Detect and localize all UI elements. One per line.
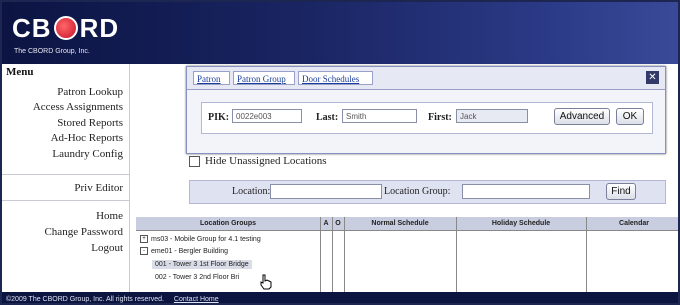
hide-unassigned-label: Hide Unassigned Locations bbox=[205, 155, 327, 167]
grid-divider bbox=[586, 217, 587, 292]
hide-unassigned-checkbox[interactable] bbox=[189, 155, 200, 167]
patron-search-popup: Patron Patron Group Door Schedules ✕ PIK… bbox=[186, 66, 666, 154]
footer-link[interactable]: Contact Home bbox=[174, 296, 219, 303]
footer: ©2009 The CBORD Group, Inc. All rights r… bbox=[2, 292, 678, 303]
logo-text-right: RD bbox=[79, 13, 120, 43]
cbord-logo: CB RD bbox=[12, 10, 119, 46]
list-item[interactable]: 001 - Tower 3 1st Floor Bridge bbox=[152, 260, 252, 269]
sidebar-divider bbox=[2, 200, 129, 201]
location-label: Location: bbox=[232, 186, 271, 197]
col-calendar[interactable]: Calendar bbox=[586, 217, 678, 230]
location-group-input[interactable] bbox=[462, 184, 590, 199]
location-name: 002 - Tower 3 2nd Floor Bri bbox=[155, 274, 240, 281]
hide-unassigned-row[interactable]: Hide Unassigned Locations bbox=[189, 155, 327, 167]
close-icon[interactable]: ✕ bbox=[646, 71, 659, 84]
advanced-button[interactable]: Advanced bbox=[554, 108, 610, 125]
sidebar-item-patron-lookup[interactable]: Patron Lookup bbox=[57, 86, 123, 98]
pik-input[interactable]: 0022e003 bbox=[232, 109, 302, 123]
grid-divider bbox=[320, 217, 321, 292]
location-group-label: Location Group: bbox=[384, 186, 451, 197]
tab-patron-group[interactable]: Patron Group bbox=[233, 71, 295, 85]
location-name: 001 - Tower 3 1st Floor Bridge bbox=[155, 261, 249, 268]
col-location-groups[interactable]: Location Groups bbox=[136, 217, 320, 230]
col-o[interactable]: O bbox=[332, 217, 344, 230]
sidebar-item-priv-editor[interactable]: Priv Editor bbox=[74, 182, 123, 194]
sidebar-item-change-password[interactable]: Change Password bbox=[44, 226, 123, 238]
tab-patron[interactable]: Patron bbox=[193, 71, 230, 85]
patron-search-form: PIK: 0022e003 Last: Smith First: Jack Ad… bbox=[201, 102, 653, 134]
sidebar-divider bbox=[2, 174, 129, 175]
pik-label: PIK: bbox=[208, 112, 230, 123]
grid-divider bbox=[456, 217, 457, 292]
hand-cursor-icon bbox=[260, 274, 272, 290]
sidebar-item-ad-hoc-reports[interactable]: Ad-Hoc Reports bbox=[51, 132, 123, 144]
col-a[interactable]: A bbox=[320, 217, 332, 230]
last-name-label: Last: bbox=[316, 112, 339, 123]
first-name-input[interactable]: Jack bbox=[456, 109, 528, 123]
location-input[interactable] bbox=[270, 184, 382, 199]
list-item[interactable]: - eme01 - Bergler Building bbox=[140, 247, 228, 255]
sidebar-item-home[interactable]: Home bbox=[96, 210, 123, 222]
location-group-name: ms03 - Mobile Group for 4.1 testing bbox=[151, 235, 261, 243]
collapse-icon[interactable]: - bbox=[140, 247, 148, 255]
grid-header: Location Groups A O Normal Schedule Holi… bbox=[136, 217, 678, 231]
last-name-input[interactable]: Smith bbox=[342, 109, 417, 123]
sidebar-item-access-assignments[interactable]: Access Assignments bbox=[33, 101, 123, 113]
sidebar-item-stored-reports[interactable]: Stored Reports bbox=[57, 117, 123, 129]
list-item[interactable]: + ms03 - Mobile Group for 4.1 testing bbox=[140, 235, 261, 243]
grid-divider bbox=[344, 217, 345, 292]
sidebar: Menu Patron Lookup Access Assignments St… bbox=[2, 64, 130, 292]
col-normal-schedule[interactable]: Normal Schedule bbox=[344, 217, 456, 230]
location-group-name: eme01 - Bergler Building bbox=[151, 247, 229, 255]
header-banner: CB RD The CBORD Group, Inc. bbox=[2, 2, 678, 64]
logo-text-left: CB bbox=[12, 13, 52, 43]
col-holiday-schedule[interactable]: Holiday Schedule bbox=[456, 217, 586, 230]
find-button[interactable]: Find bbox=[606, 183, 636, 200]
app-window: CB RD The CBORD Group, Inc. Menu Patron … bbox=[0, 0, 680, 305]
grid-divider bbox=[332, 217, 333, 292]
first-name-label: First: bbox=[428, 112, 452, 123]
expand-icon[interactable]: + bbox=[140, 235, 148, 243]
copyright-text: ©2009 The CBORD Group, Inc. All rights r… bbox=[6, 296, 164, 303]
sidebar-item-logout[interactable]: Logout bbox=[91, 242, 123, 254]
popup-tab-bar: Patron Patron Group Door Schedules ✕ bbox=[187, 67, 665, 90]
logo-mark-icon bbox=[53, 16, 78, 40]
location-search-bar: Location: Location Group: Find bbox=[189, 180, 666, 204]
ok-button[interactable]: OK bbox=[616, 108, 644, 125]
list-item[interactable]: 002 - Tower 3 2nd Floor Bri bbox=[155, 274, 239, 281]
tab-door-schedules[interactable]: Door Schedules bbox=[298, 71, 373, 85]
location-grid: Location Groups A O Normal Schedule Holi… bbox=[136, 217, 678, 292]
logo-subtitle: The CBORD Group, Inc. bbox=[14, 48, 90, 55]
menu-title: Menu bbox=[6, 66, 34, 78]
sidebar-item-laundry-config[interactable]: Laundry Config bbox=[52, 148, 123, 160]
